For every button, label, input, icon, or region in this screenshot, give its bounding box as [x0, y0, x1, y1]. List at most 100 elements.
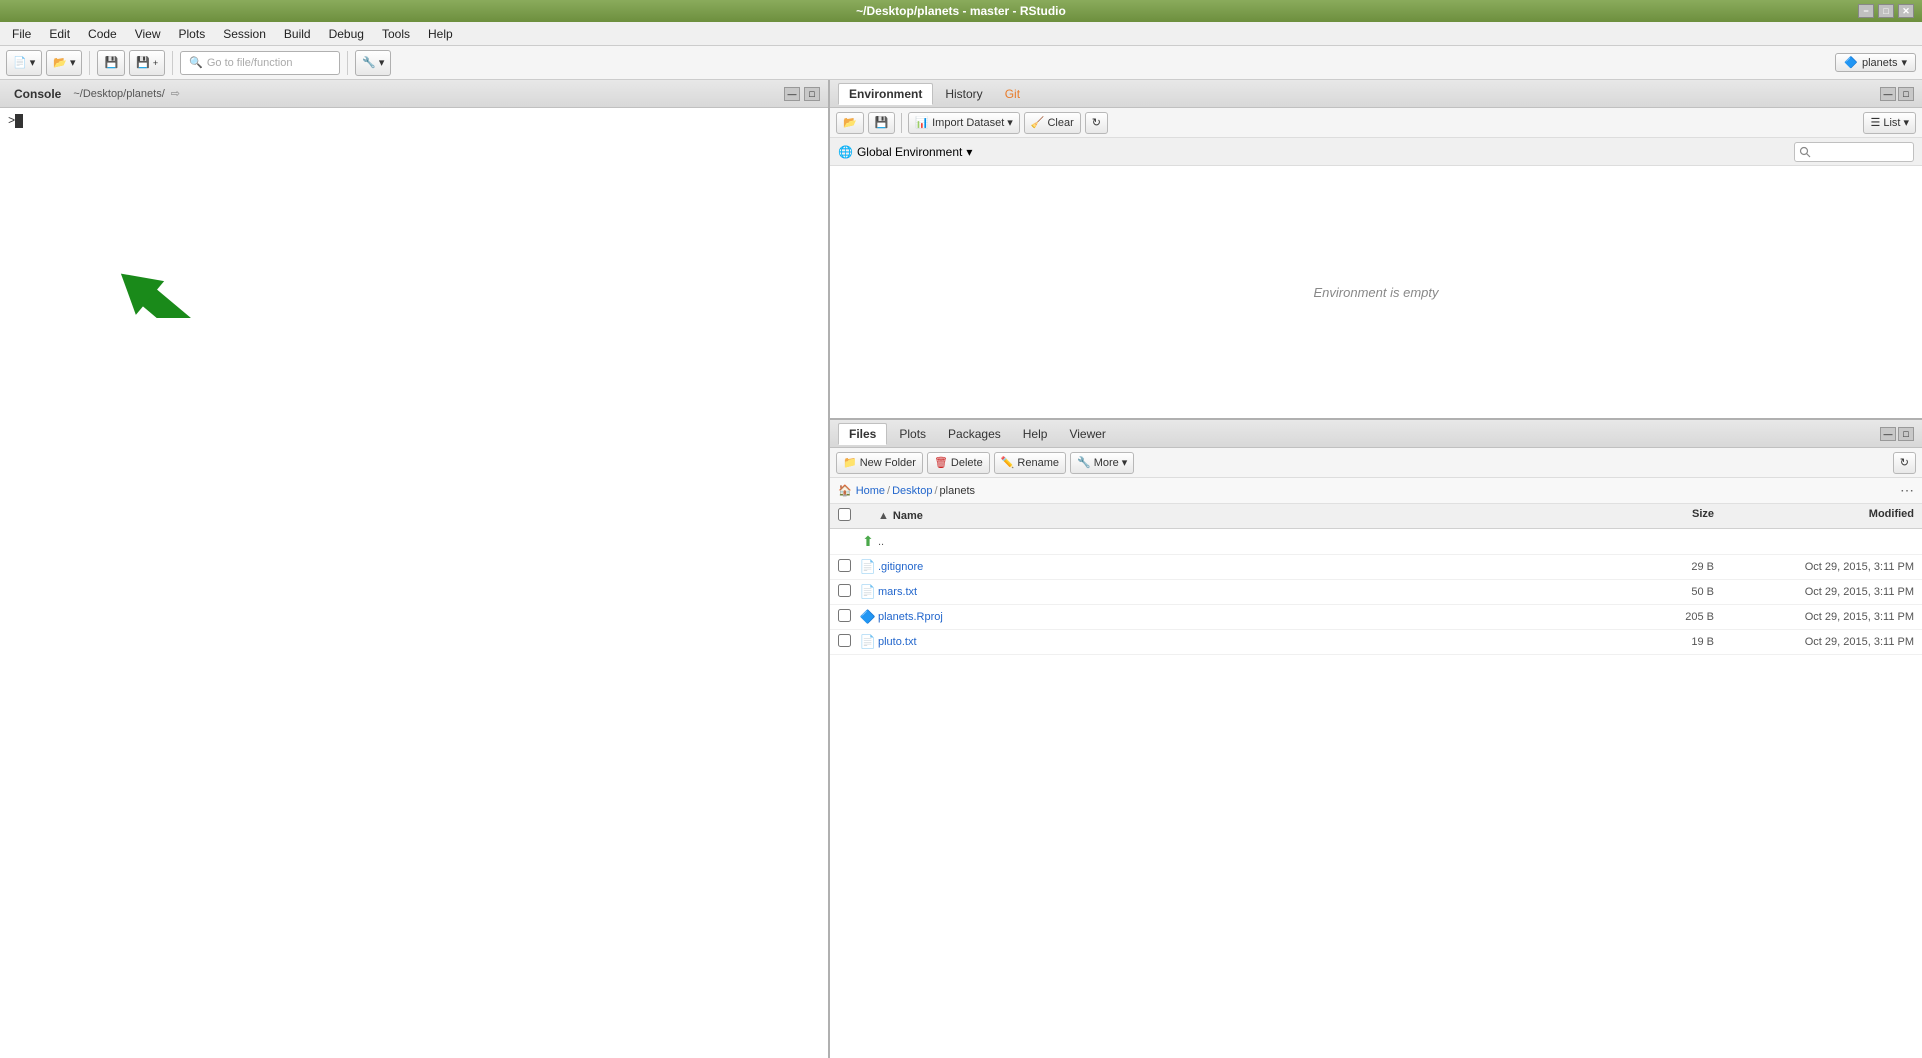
rename-btn[interactable]: ✏️ Rename	[994, 452, 1066, 474]
open-button[interactable]: 📂 ▾	[46, 50, 82, 76]
main-content: Console ~/Desktop/planets/ ⇨ — □	[0, 80, 1922, 1058]
new-script-icon: 📄	[13, 56, 27, 69]
header-checkbox-col	[838, 508, 858, 524]
menu-help[interactable]: Help	[420, 25, 461, 43]
tab-viewer[interactable]: Viewer	[1059, 424, 1115, 444]
minimize-btn[interactable]: −	[1858, 4, 1874, 18]
addins-button[interactable]: 🔧 ▾	[355, 50, 391, 76]
load-workspace-icon: 📂	[843, 116, 857, 129]
menu-file[interactable]: File	[4, 25, 39, 43]
file-name-gitignore[interactable]: .gitignore	[878, 561, 1634, 573]
header-size-col: Size	[1634, 508, 1714, 524]
console-content[interactable]: >	[0, 108, 828, 1058]
project-indicator[interactable]: 🔷 planets ▾	[1835, 53, 1916, 72]
new-folder-btn[interactable]: 📁 New Folder	[836, 452, 923, 474]
console-path-link-icon[interactable]: ⇨	[171, 87, 180, 100]
title-bar: ~/Desktop/planets - master - RStudio − □…	[0, 0, 1922, 22]
global-environment-row: 🌐 Global Environment ▾	[830, 138, 1922, 166]
breadcrumb-more-btn[interactable]: ⋯	[1900, 482, 1914, 499]
go-to-file-magnifier-icon: 🔍	[189, 56, 203, 69]
tab-environment[interactable]: Environment	[838, 83, 933, 105]
checkbox-pluto[interactable]	[838, 634, 851, 647]
import-dataset-btn[interactable]: 📊 Import Dataset ▾	[908, 112, 1019, 134]
environment-panel: Environment History Git — □ 📂 💾	[830, 80, 1922, 420]
header-icon-col	[858, 508, 878, 524]
breadcrumb: 🏠 Home / Desktop / planets ⋯	[830, 478, 1922, 504]
select-all-checkbox[interactable]	[838, 508, 851, 521]
console-minimize-btn[interactable]: —	[784, 87, 800, 101]
file-row-mars: 📄 mars.txt 50 B Oct 29, 2015, 3:11 PM	[830, 580, 1922, 605]
list-dropdown-arrow: ▾	[1903, 116, 1909, 129]
menu-tools[interactable]: Tools	[374, 25, 418, 43]
rename-label: Rename	[1017, 457, 1059, 469]
files-panel-maximize-btn[interactable]: □	[1898, 427, 1914, 441]
checkbox-mars[interactable]	[838, 584, 851, 597]
file-check-mars[interactable]	[838, 584, 858, 600]
console-prompt-line[interactable]: >	[8, 114, 820, 128]
files-refresh-icon: ↻	[1900, 456, 1909, 469]
breadcrumb-home-link[interactable]: Home	[856, 485, 885, 497]
tab-files[interactable]: Files	[838, 423, 887, 445]
delete-btn[interactable]: 🗑 Delete	[927, 452, 990, 474]
file-check-rproj[interactable]	[838, 609, 858, 625]
menu-view[interactable]: View	[127, 25, 169, 43]
project-icon: 🔷	[1844, 56, 1858, 69]
menu-build[interactable]: Build	[276, 25, 319, 43]
file-modified-rproj: Oct 29, 2015, 3:11 PM	[1714, 611, 1914, 623]
menu-debug[interactable]: Debug	[321, 25, 372, 43]
tab-help[interactable]: Help	[1013, 424, 1058, 444]
refresh-icon: ↻	[1092, 116, 1101, 129]
go-to-file-input[interactable]: 🔍 Go to file/function	[180, 51, 340, 75]
file-row-gitignore: 📄 .gitignore 29 B Oct 29, 2015, 3:11 PM	[830, 555, 1922, 580]
save-workspace-btn[interactable]: 💾	[868, 112, 896, 134]
open-dropdown-arrow: ▾	[70, 56, 76, 69]
checkbox-gitignore[interactable]	[838, 559, 851, 572]
console-header: Console ~/Desktop/planets/ ⇨ — □	[0, 80, 828, 108]
files-panel-minimize-btn[interactable]: —	[1880, 427, 1896, 441]
file-icon-rproj: 🔷	[858, 609, 878, 625]
more-dropdown-arrow: ▾	[1122, 456, 1128, 469]
title-text: ~/Desktop/planets - master - RStudio	[856, 4, 1066, 18]
more-icon: 🔧	[1077, 456, 1091, 469]
new-dropdown-arrow: ▾	[30, 56, 36, 69]
env-search-input[interactable]	[1794, 142, 1914, 162]
checkbox-rproj[interactable]	[838, 609, 851, 622]
save-all-button[interactable]: 💾 +	[129, 50, 165, 76]
tab-git[interactable]: Git	[995, 84, 1030, 104]
files-panel: Files Plots Packages Help Viewer — □ 📁 N…	[830, 420, 1922, 1058]
menu-edit[interactable]: Edit	[41, 25, 78, 43]
more-btn[interactable]: 🔧 More ▾	[1070, 452, 1134, 474]
clear-label: Clear	[1047, 117, 1073, 129]
file-name-rproj[interactable]: planets.Rproj	[878, 611, 1634, 623]
delete-label: Delete	[951, 457, 983, 469]
file-name-up[interactable]: ..	[878, 536, 1634, 548]
file-check-gitignore[interactable]	[838, 559, 858, 575]
console-cursor	[15, 114, 23, 128]
env-panel-minimize-btn[interactable]: —	[1880, 87, 1896, 101]
console-maximize-btn[interactable]: □	[804, 87, 820, 101]
home-icon[interactable]: 🏠	[838, 484, 852, 497]
maximize-btn[interactable]: □	[1878, 4, 1894, 18]
close-btn[interactable]: ✕	[1898, 4, 1914, 18]
clear-environment-btn[interactable]: 🧹 Clear	[1024, 112, 1081, 134]
refresh-env-btn[interactable]: ↻	[1085, 112, 1108, 134]
file-check-pluto[interactable]	[838, 634, 858, 650]
tab-plots[interactable]: Plots	[889, 424, 936, 444]
menu-session[interactable]: Session	[215, 25, 274, 43]
files-refresh-btn[interactable]: ↻	[1893, 452, 1916, 474]
header-name-col[interactable]: ▲ Name	[878, 508, 1634, 524]
file-name-mars[interactable]: mars.txt	[878, 586, 1634, 598]
tab-history[interactable]: History	[935, 84, 992, 104]
new-script-button[interactable]: 📄 ▾	[6, 50, 42, 76]
env-empty-text: Environment is empty	[1314, 285, 1439, 300]
tab-packages[interactable]: Packages	[938, 424, 1011, 444]
env-panel-maximize-btn[interactable]: □	[1898, 87, 1914, 101]
list-view-btn[interactable]: ☰ List ▾	[1863, 112, 1916, 134]
load-workspace-btn[interactable]: 📂	[836, 112, 864, 134]
file-name-pluto[interactable]: pluto.txt	[878, 636, 1634, 648]
save-button[interactable]: 💾	[97, 50, 125, 76]
menu-code[interactable]: Code	[80, 25, 125, 43]
breadcrumb-desktop-link[interactable]: Desktop	[892, 485, 932, 497]
file-modified-mars: Oct 29, 2015, 3:11 PM	[1714, 586, 1914, 598]
menu-plots[interactable]: Plots	[171, 25, 214, 43]
